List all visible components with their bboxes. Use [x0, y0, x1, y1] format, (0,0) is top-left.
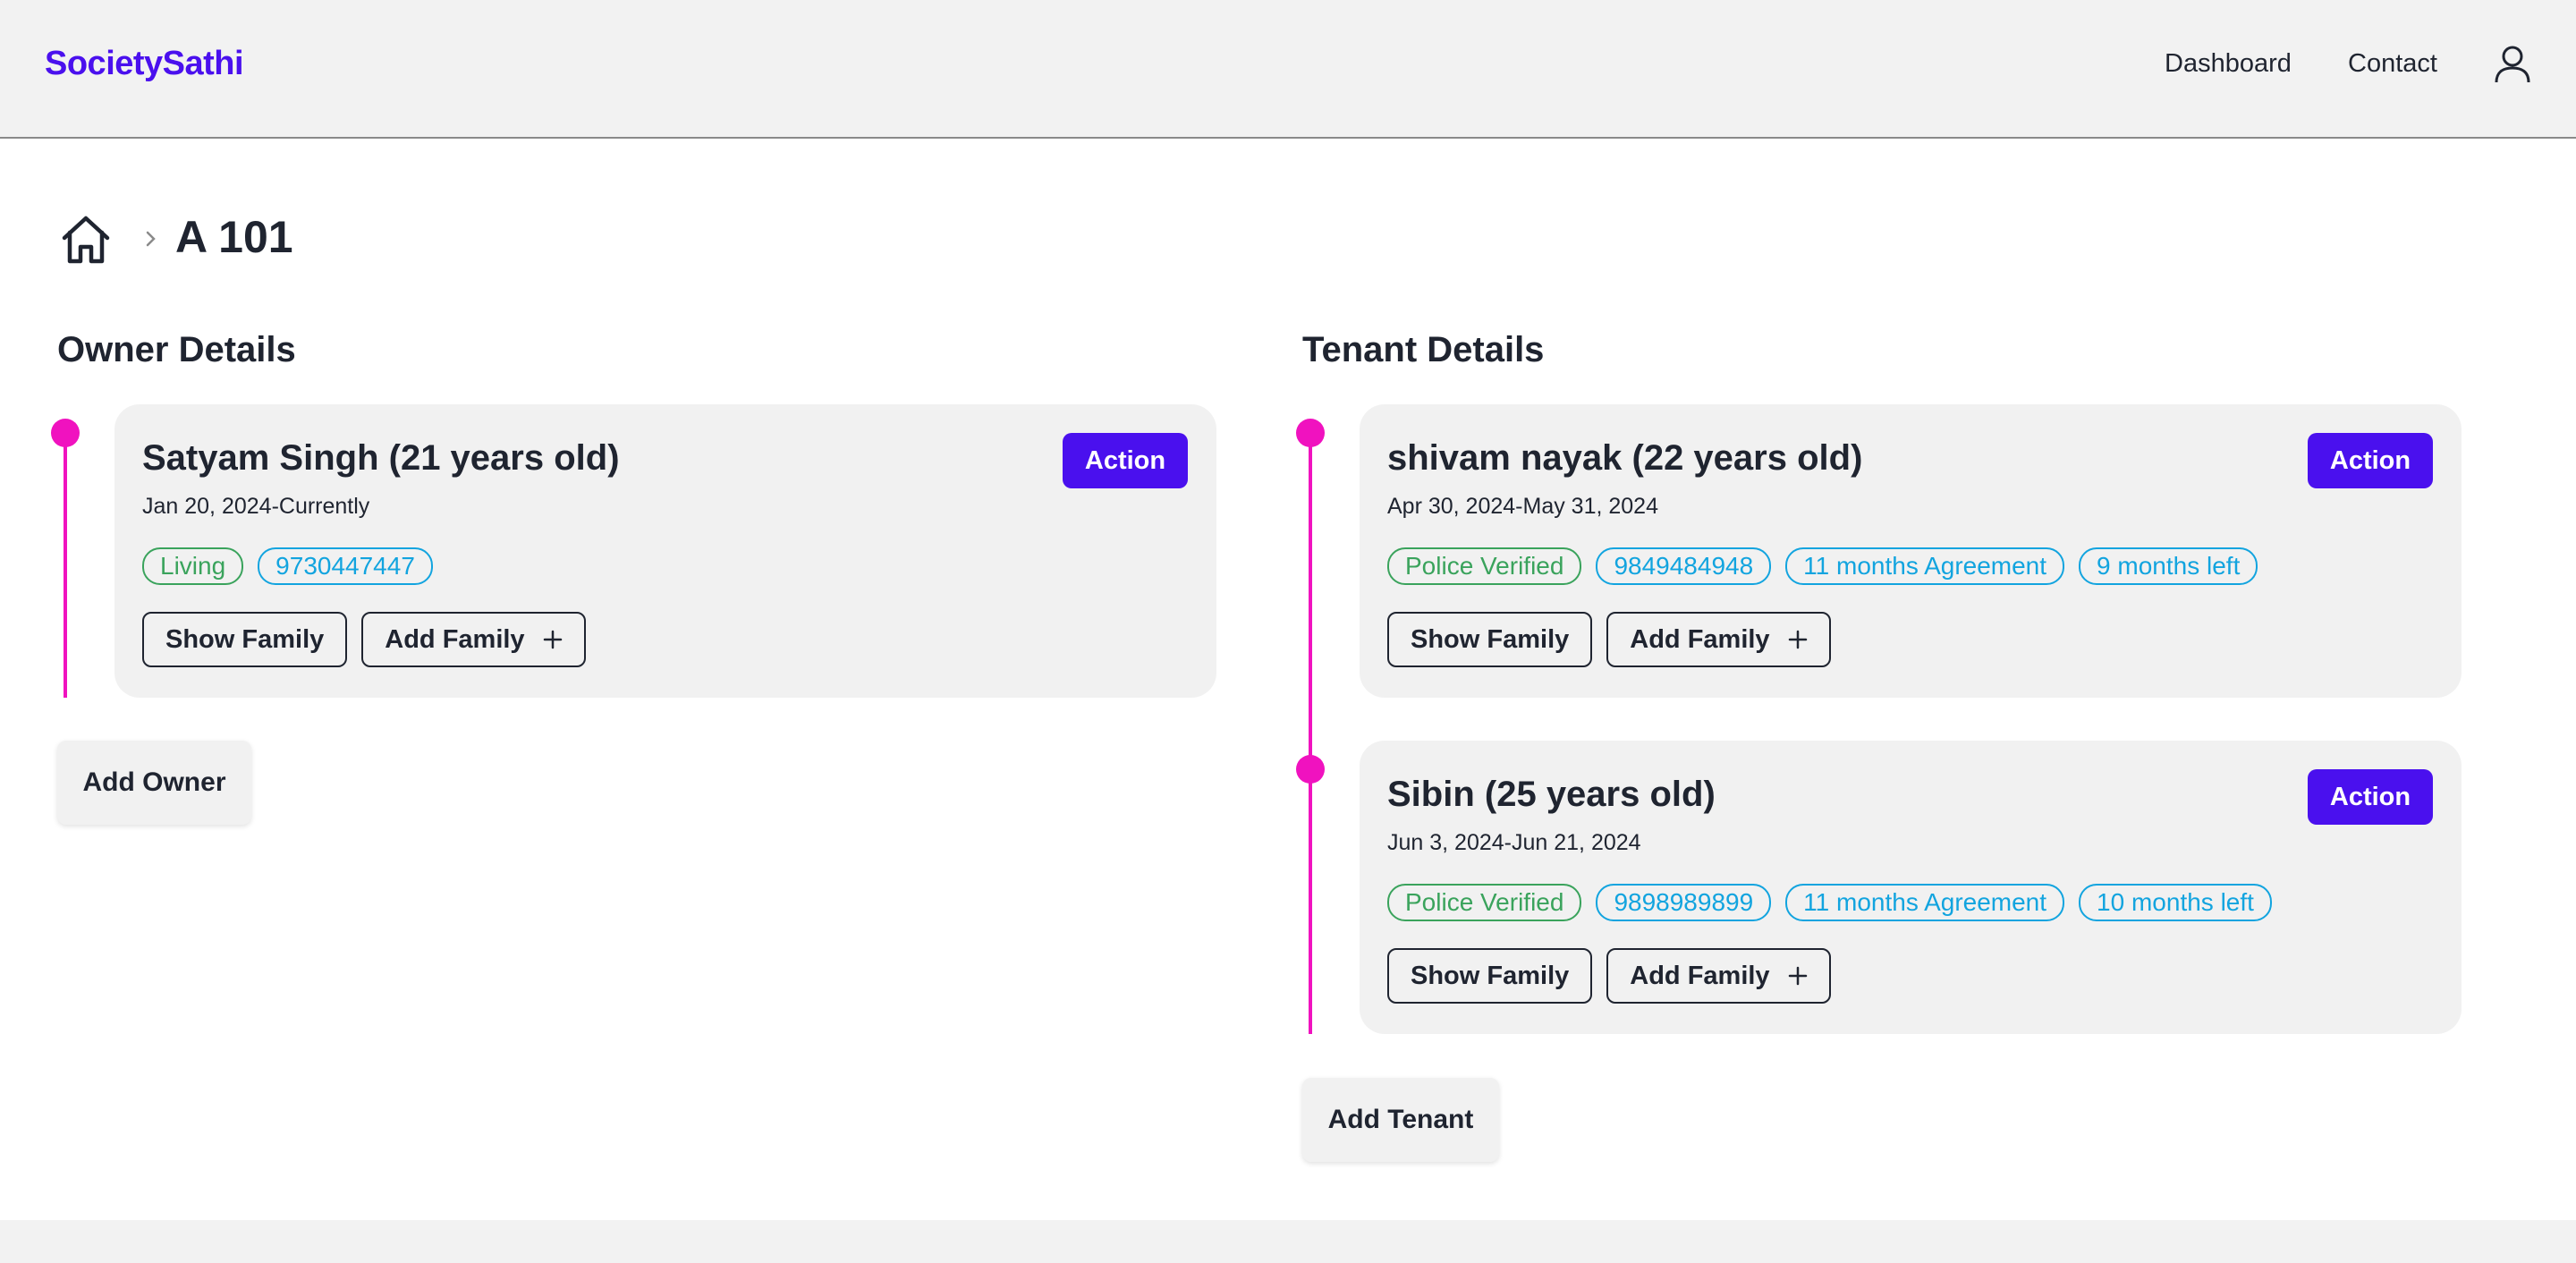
plus-icon: [1788, 630, 1807, 649]
verification-badge: Police Verified: [1387, 547, 1582, 585]
add-family-label: Add Family: [385, 624, 525, 654]
tenant-dates: Apr 30, 2024-May 31, 2024: [1387, 494, 1658, 519]
agreement-badge: 11 months Agreement: [1785, 884, 2065, 921]
phone-badge: 9730447447: [258, 547, 433, 585]
brand-logo[interactable]: SocietySathi: [45, 45, 244, 83]
nav-contact-link[interactable]: Contact: [2348, 49, 2437, 79]
show-family-label: Show Family: [1411, 961, 1570, 990]
tenant-dates: Jun 3, 2024-Jun 21, 2024: [1387, 830, 1641, 855]
owner-family-actions: Show Family Add Family: [142, 612, 586, 667]
show-family-button[interactable]: Show Family: [142, 612, 348, 667]
tenant-card: Sibin (25 years old) Jun 3, 2024-Jun 21,…: [1360, 741, 2462, 1034]
tenant-family-actions: Show Family Add Family: [1387, 612, 1831, 667]
tenant-section-title: Tenant Details: [1302, 330, 1545, 369]
owner-badges: Living 9730447447: [142, 547, 433, 585]
owner-action-button[interactable]: Action: [1063, 433, 1188, 488]
owner-card: Satyam Singh (21 years old) Jan 20, 2024…: [114, 404, 1216, 698]
plus-icon: [1788, 966, 1807, 986]
nav-dashboard-link[interactable]: Dashboard: [2165, 49, 2292, 79]
tenant-timeline-line: [1309, 433, 1312, 1034]
plus-icon: [543, 630, 562, 649]
tenant-name: Sibin (25 years old): [1387, 775, 1716, 814]
chevron-right-icon: [146, 231, 156, 247]
time-left-badge: 10 months left: [2079, 884, 2272, 921]
owner-timeline-dot: [51, 419, 80, 447]
add-family-label: Add Family: [1630, 624, 1770, 654]
home-icon[interactable]: [59, 213, 113, 267]
tenant-badges: Police Verified 9898989899 11 months Agr…: [1387, 884, 2272, 921]
show-family-label: Show Family: [1411, 624, 1570, 654]
tenant-badges: Police Verified 9849484948 11 months Agr…: [1387, 547, 2258, 585]
tenant-card: shivam nayak (22 years old) Apr 30, 2024…: [1360, 404, 2462, 698]
owner-name: Satyam Singh (21 years old): [142, 438, 620, 478]
add-tenant-button[interactable]: Add Tenant: [1302, 1078, 1499, 1162]
phone-badge: 9849484948: [1596, 547, 1772, 585]
add-family-label: Add Family: [1630, 961, 1770, 990]
phone-badge: 9898989899: [1596, 884, 1772, 921]
owner-dates: Jan 20, 2024-Currently: [142, 494, 370, 519]
add-family-button[interactable]: Add Family: [1606, 612, 1831, 667]
status-badge: Living: [142, 547, 244, 585]
top-navbar: SocietySathi Dashboard Contact: [0, 0, 2576, 139]
tenant-action-button[interactable]: Action: [2308, 769, 2433, 825]
tenant-timeline-dot: [1296, 419, 1325, 447]
show-family-button[interactable]: Show Family: [1387, 948, 1593, 1004]
tenant-timeline-dot: [1296, 755, 1325, 784]
time-left-badge: 9 months left: [2079, 547, 2258, 585]
tenant-action-button[interactable]: Action: [2308, 433, 2433, 488]
page-title: A 101: [175, 212, 293, 262]
owner-section-title: Owner Details: [57, 330, 296, 369]
verification-badge: Police Verified: [1387, 884, 1582, 921]
add-owner-button[interactable]: Add Owner: [57, 741, 251, 825]
add-family-button[interactable]: Add Family: [361, 612, 586, 667]
agreement-badge: 11 months Agreement: [1785, 547, 2065, 585]
show-family-button[interactable]: Show Family: [1387, 612, 1593, 667]
owner-timeline-line: [64, 433, 67, 698]
tenant-family-actions: Show Family Add Family: [1387, 948, 1831, 1004]
user-icon[interactable]: [2494, 45, 2531, 84]
footer: [0, 1220, 2576, 1263]
tenant-name: shivam nayak (22 years old): [1387, 438, 1863, 478]
add-family-button[interactable]: Add Family: [1606, 948, 1831, 1004]
show-family-label: Show Family: [165, 624, 325, 654]
